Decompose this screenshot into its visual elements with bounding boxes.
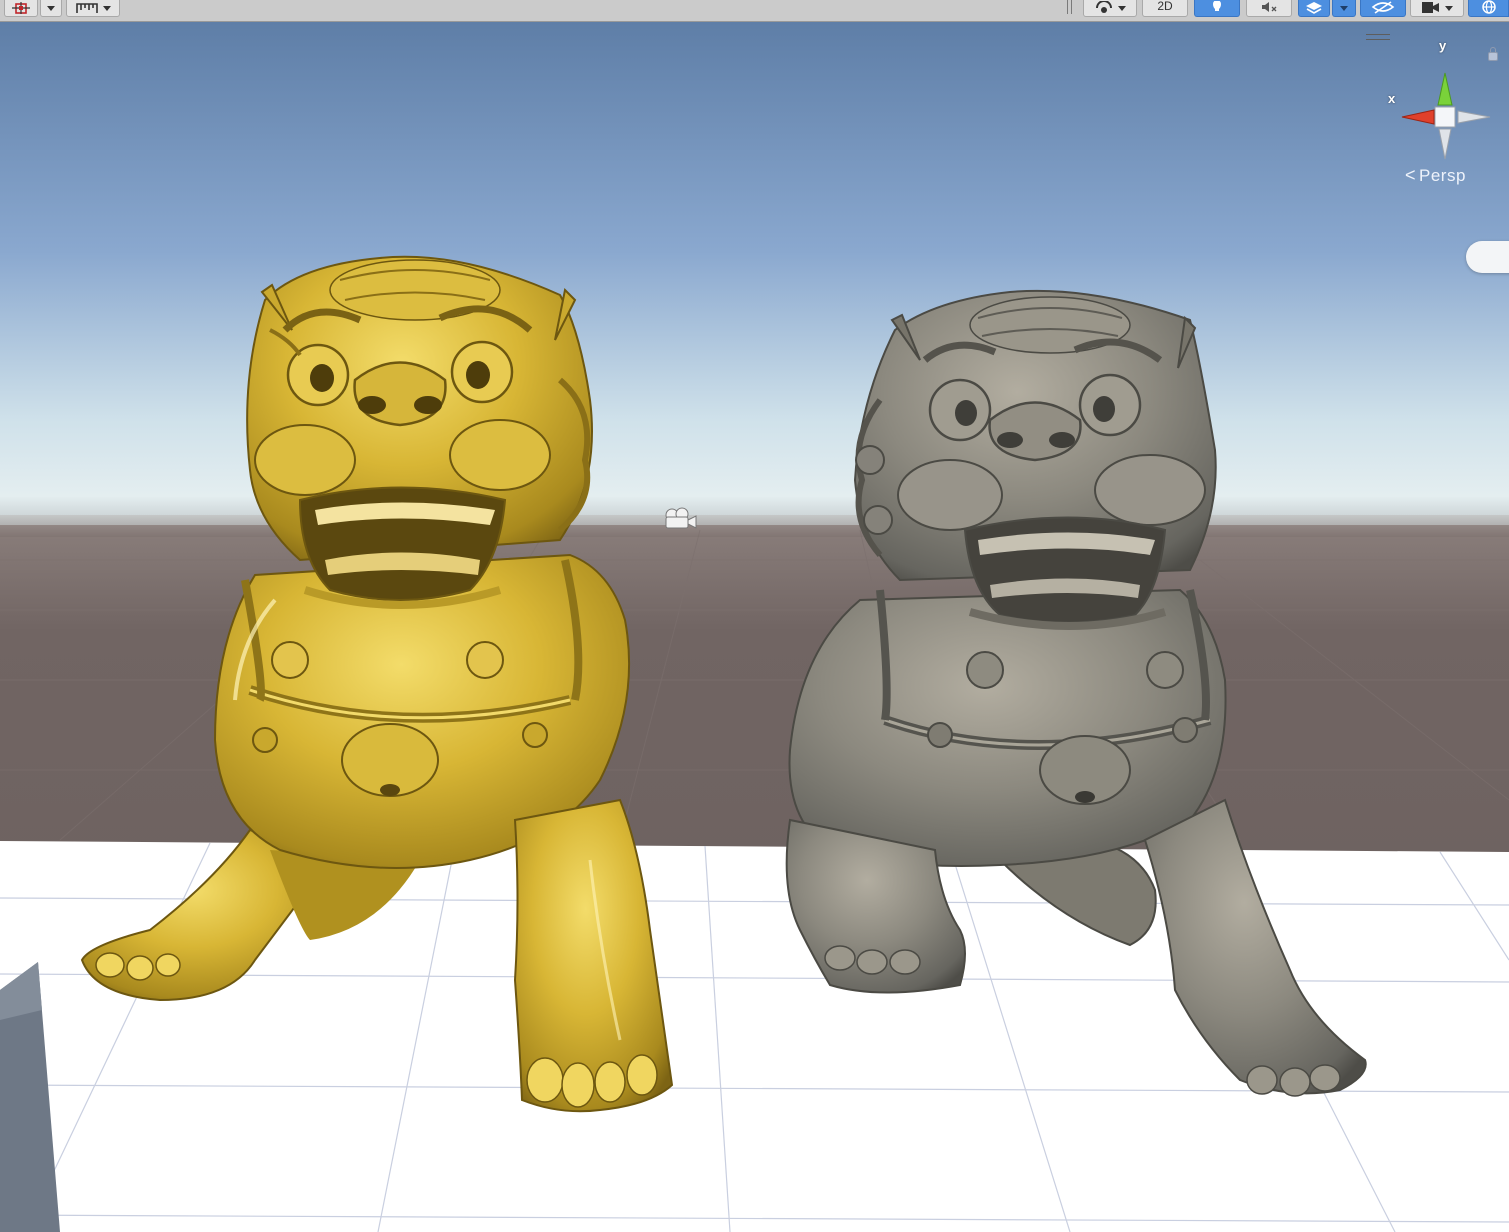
projection-toggle[interactable]: < Persp [1405,165,1466,186]
toggle-2d-label: 2D [1157,0,1173,13]
lighting-button[interactable] [1194,0,1240,17]
scene-camera-button[interactable] [1410,0,1464,17]
perspective-icon: < [1405,165,1417,185]
sky [0,22,1509,532]
horizon-haze [0,515,1509,537]
chevron-down-icon [47,5,55,11]
overlay-panel-tab[interactable] [1466,241,1509,273]
eye-slash-icon [1371,1,1395,14]
effects-dropdown[interactable] [1332,0,1356,17]
grid-snap-button[interactable] [66,0,120,17]
globe-icon [1481,0,1496,14]
lightbulb-icon [1213,1,1221,11]
gizmos-button[interactable] [1468,0,1509,17]
scene-toolbar: 2D [0,0,1509,22]
toggle-2d-button[interactable]: 2D [1142,0,1188,17]
chevron-down-icon [1340,5,1348,11]
shading-mode-button[interactable] [1083,0,1137,17]
transform-tools-button[interactable] [4,0,38,17]
scene-visibility-button[interactable] [1360,0,1406,17]
chevron-down-icon [103,5,111,11]
audio-mute-icon [1262,2,1277,12]
transform-tools-icon [12,2,30,14]
scene-view[interactable] [0,22,1509,1232]
layers-icon [1306,2,1322,14]
gizmo-y-label[interactable]: y [1439,38,1446,53]
effects-button[interactable] [1298,0,1330,17]
scene-camera-gizmo-icon[interactable] [661,506,699,532]
audio-button[interactable] [1246,0,1292,17]
chevron-down-icon [1118,5,1126,11]
camera-icon [1422,2,1439,13]
chevron-down-icon [1445,5,1453,11]
toolbar-separator [1067,0,1068,14]
toolbar-separator [1071,0,1072,14]
grid-ruler-icon [76,3,98,13]
scene-viewport[interactable] [0,22,1509,1232]
gizmo-x-label[interactable]: x [1388,91,1395,106]
projection-label: Persp [1419,165,1466,185]
shading-sphere-icon [1096,1,1112,13]
transform-tools-dropdown[interactable] [40,0,62,17]
